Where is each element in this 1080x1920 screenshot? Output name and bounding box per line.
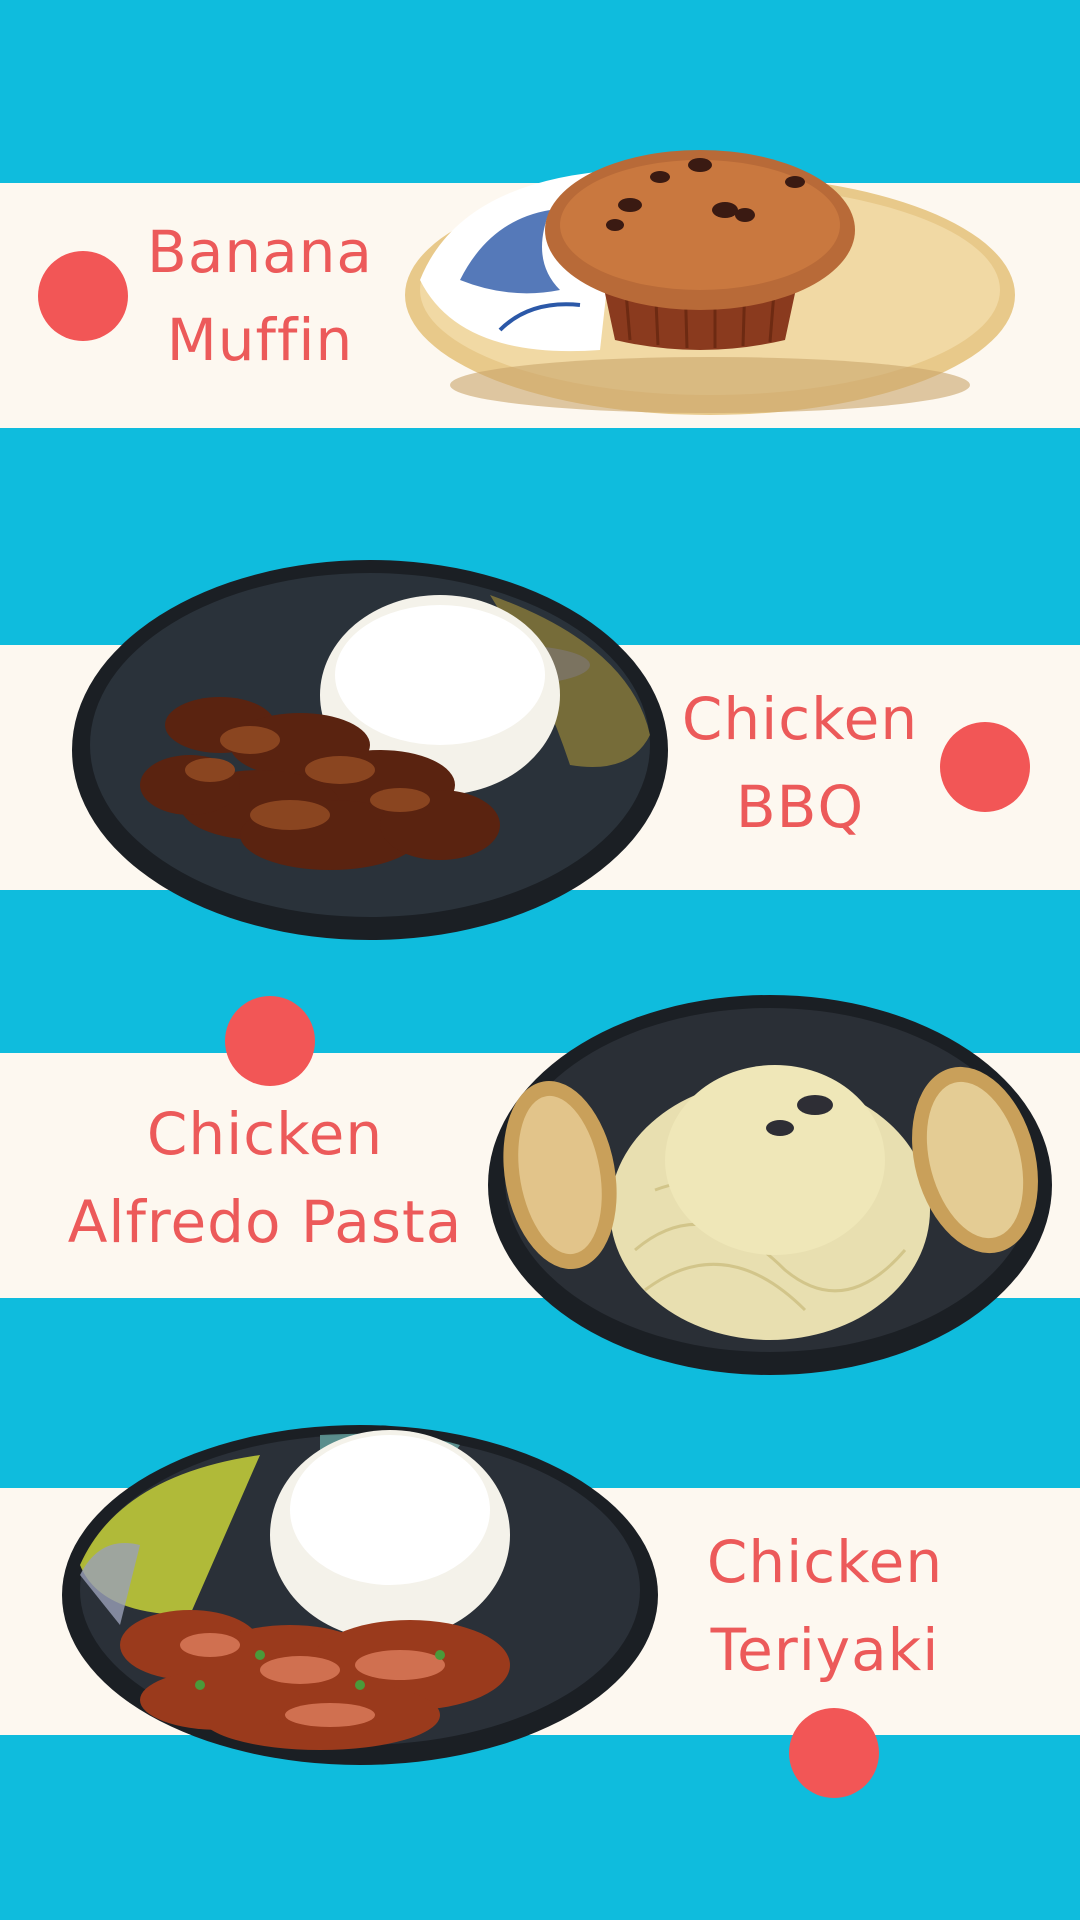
- menu-item-title-line2: Alfredo Pasta: [67, 1188, 463, 1256]
- menu-item-title-line2: Teriyaki: [710, 1616, 940, 1684]
- accent-dot: [789, 1708, 879, 1798]
- menu-item-title: Chicken Alfredo Pasta: [60, 1090, 470, 1266]
- menu-item-title-line1: Chicken: [706, 1528, 944, 1596]
- accent-dot: [940, 722, 1030, 812]
- menu-item-title-line2: Muffin: [166, 306, 354, 374]
- chicken-teriyaki-image: [62, 1425, 658, 1765]
- menu-item-title: Banana Muffin: [140, 208, 380, 384]
- accent-dot: [38, 251, 128, 341]
- menu-item-title-line1: Chicken: [146, 1100, 384, 1168]
- menu-item-title: Chicken Teriyaki: [690, 1518, 960, 1694]
- menu-item-title-line1: Chicken: [681, 685, 919, 753]
- menu-item-title-line2: BBQ: [735, 773, 865, 841]
- banana-muffin-image: [405, 150, 1015, 415]
- chicken-alfredo-pasta-image: [488, 995, 1052, 1375]
- accent-dot: [225, 996, 315, 1086]
- menu-item-title: Chicken BBQ: [680, 675, 920, 851]
- menu-item-title-line1: Banana: [147, 218, 373, 286]
- chicken-bbq-image: [72, 560, 668, 940]
